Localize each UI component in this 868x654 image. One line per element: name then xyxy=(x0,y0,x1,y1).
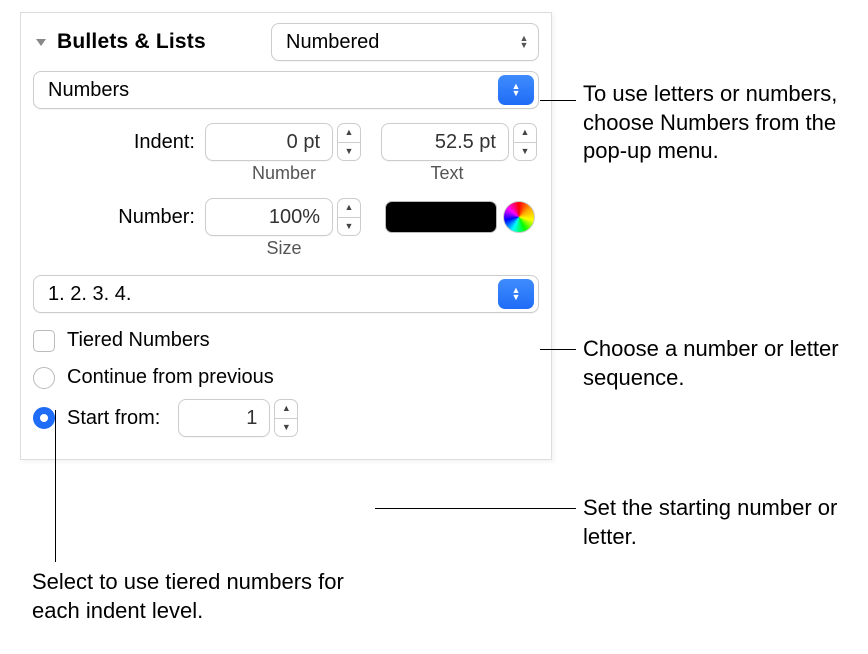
number-size-input[interactable]: 100% xyxy=(205,198,333,236)
up-down-chevron-icon: ▲▼ xyxy=(514,30,534,54)
up-down-chevron-icon: ▲▼ xyxy=(498,75,534,105)
indent-number-input[interactable]: 0 pt xyxy=(205,123,333,161)
stepper-up-icon[interactable]: ▲ xyxy=(274,399,298,418)
section-title: Bullets & Lists xyxy=(57,30,206,54)
bullets-lists-panel: Bullets & Lists Numbered ▲▼ Numbers ▲▼ I… xyxy=(20,12,552,460)
color-picker-icon[interactable] xyxy=(503,201,535,233)
indent-number-sublabel: Number xyxy=(205,163,363,184)
start-from-label: Start from: xyxy=(67,407,160,430)
number-size-sublabel: Size xyxy=(205,238,363,259)
callout-start: Set the starting number or letter. xyxy=(583,494,843,551)
tiered-numbers-label: Tiered Numbers xyxy=(67,329,210,352)
indent-label: Indent: xyxy=(33,131,195,154)
continue-previous-radio[interactable] xyxy=(33,367,55,389)
section-header: Bullets & Lists Numbered ▲▼ xyxy=(33,23,539,61)
stepper-up-icon[interactable]: ▲ xyxy=(337,198,361,217)
bullet-format-value: Numbers xyxy=(48,79,129,102)
indent-text-sublabel: Text xyxy=(363,163,531,184)
bullet-format-popup[interactable]: Numbers ▲▼ xyxy=(33,71,539,109)
stepper-up-icon[interactable]: ▲ xyxy=(337,123,361,142)
callout-tiered: Select to use tiered numbers for each in… xyxy=(32,568,372,625)
stepper-down-icon[interactable]: ▼ xyxy=(337,217,361,237)
disclosure-triangle-icon[interactable] xyxy=(33,34,49,50)
number-sequence-popup[interactable]: 1. 2. 3. 4. ▲▼ xyxy=(33,275,539,313)
number-size-stepper[interactable]: ▲ ▼ xyxy=(337,198,361,236)
tiered-numbers-checkbox[interactable] xyxy=(33,330,55,352)
stepper-down-icon[interactable]: ▼ xyxy=(513,142,537,162)
list-type-value: Numbered xyxy=(286,31,379,54)
continue-previous-label: Continue from previous xyxy=(67,366,274,389)
number-size-label: Number: xyxy=(33,206,195,229)
indent-number-stepper[interactable]: ▲ ▼ xyxy=(337,123,361,161)
stepper-up-icon[interactable]: ▲ xyxy=(513,123,537,142)
stepper-down-icon[interactable]: ▼ xyxy=(337,142,361,162)
number-sequence-value: 1. 2. 3. 4. xyxy=(48,283,131,306)
indent-text-stepper[interactable]: ▲ ▼ xyxy=(513,123,537,161)
stepper-down-icon[interactable]: ▼ xyxy=(274,418,298,438)
callout-format: To use letters or numbers, choose Number… xyxy=(583,80,853,166)
indent-text-input[interactable]: 52.5 pt xyxy=(381,123,509,161)
list-type-popup[interactable]: Numbered ▲▼ xyxy=(271,23,539,61)
number-color-swatch[interactable] xyxy=(385,201,497,233)
callout-sequence: Choose a number or letter sequence. xyxy=(583,335,863,392)
start-from-radio[interactable] xyxy=(33,407,55,429)
start-from-input[interactable]: 1 xyxy=(178,399,270,437)
up-down-chevron-icon: ▲▼ xyxy=(498,279,534,309)
start-from-stepper[interactable]: ▲ ▼ xyxy=(274,399,298,437)
